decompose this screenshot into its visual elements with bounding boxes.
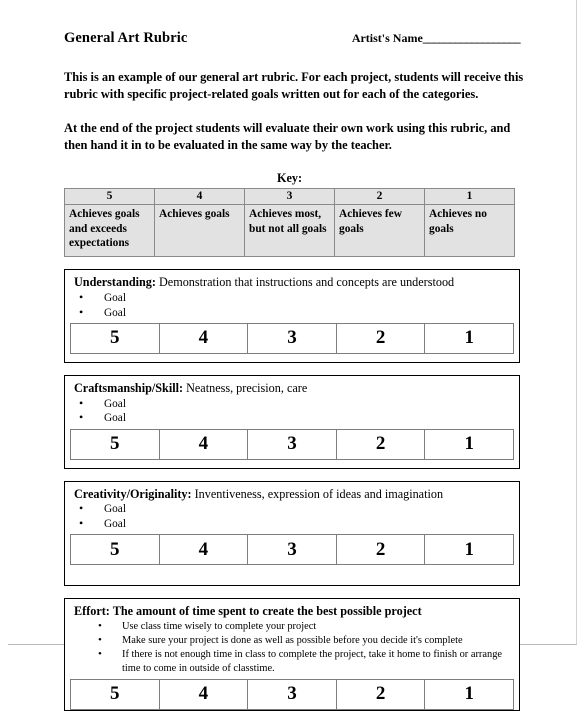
criterion-goal-list-understanding: Goal Goal xyxy=(65,290,519,320)
criterion-title-understanding: Understanding: Demonstration that instru… xyxy=(65,275,519,290)
score-cell-3[interactable]: 3 xyxy=(247,678,337,710)
score-cell-2[interactable]: 2 xyxy=(335,534,426,566)
score-cell-5[interactable]: 5 xyxy=(70,322,160,354)
score-cell-4[interactable]: 4 xyxy=(158,678,249,710)
criterion-section-creativity: Creativity/Originality: Inventiveness, e… xyxy=(64,480,520,587)
key-description-5: Achieves goals and exceeds expectations xyxy=(64,204,155,258)
score-cell-2[interactable]: 2 xyxy=(335,428,426,460)
list-item: Use class time wisely to complete your p… xyxy=(65,619,519,634)
score-cell-5[interactable]: 5 xyxy=(70,428,160,460)
criterion-goal-list-creativity: Goal Goal xyxy=(65,501,519,532)
list-item: Goal xyxy=(65,410,519,426)
score-table-effort: 5 4 3 2 1 xyxy=(70,678,514,710)
criterion-title-creativity: Creativity/Originality: Inventiveness, e… xyxy=(65,487,519,502)
table-row: 5 4 3 2 1 xyxy=(70,322,514,354)
key-description-3: Achieves most, but not all goals xyxy=(244,204,335,258)
score-table-understanding: 5 4 3 2 1 xyxy=(70,322,514,354)
score-cell-5[interactable]: 5 xyxy=(70,534,160,566)
key-description-4: Achieves goals xyxy=(154,204,245,258)
artist-name-label: Artist's Name xyxy=(351,31,423,45)
score-cell-3[interactable]: 3 xyxy=(247,428,337,460)
criterion-name-creativity: Creativity/Originality: xyxy=(74,486,192,501)
criterion-name-understanding: Understanding: xyxy=(74,275,156,290)
criterion-section-craftsmanship: Craftsmanship/Skill: Neatness, precision… xyxy=(64,374,520,469)
list-item: Goal xyxy=(65,516,519,532)
intro-paragraph-1: This is an example of our general art ru… xyxy=(64,70,524,102)
score-cell-4[interactable]: 4 xyxy=(158,428,249,460)
key-label: Key: xyxy=(276,171,303,186)
score-cell-5[interactable]: 5 xyxy=(70,678,160,710)
criterion-goal-list-effort: Use class time wisely to complete your p… xyxy=(65,619,519,676)
artist-name-field: Artist's Name__________________ xyxy=(352,31,524,46)
score-cell-2[interactable]: 2 xyxy=(335,678,426,710)
page-content: General Art Rubric Artist's Name________… xyxy=(64,30,524,711)
key-score-5: 5 xyxy=(64,188,155,206)
score-cell-3[interactable]: 3 xyxy=(247,534,337,566)
score-cell-2[interactable]: 2 xyxy=(335,322,426,354)
criterion-title-craftsmanship: Craftsmanship/Skill: Neatness, precision… xyxy=(65,381,519,396)
criterion-name-effort: Effort: The amount of time spent to crea… xyxy=(74,604,422,619)
score-cell-4[interactable]: 4 xyxy=(158,322,249,354)
key-table: 5 4 3 2 1 Achieves goals and exceeds exp… xyxy=(64,188,515,258)
key-description-2: Achieves few goals xyxy=(334,204,425,258)
score-cell-1[interactable]: 1 xyxy=(424,428,514,460)
artist-name-blank-rule: __________________ xyxy=(422,31,521,45)
criterion-name-craftsmanship: Craftsmanship/Skill: xyxy=(74,380,184,395)
key-score-header-row: 5 4 3 2 1 xyxy=(64,188,515,206)
score-cell-1[interactable]: 1 xyxy=(424,678,514,710)
score-table-creativity: 5 4 3 2 1 xyxy=(70,534,514,566)
key-description-row: Achieves goals and exceeds expectations … xyxy=(64,204,515,258)
criterion-description-understanding: Demonstration that instructions and conc… xyxy=(159,275,455,290)
score-cell-4[interactable]: 4 xyxy=(158,534,249,566)
criterion-description-craftsmanship: Neatness, precision, care xyxy=(186,380,308,395)
score-cell-3[interactable]: 3 xyxy=(247,322,337,354)
list-item: Goal xyxy=(65,501,519,517)
score-cell-1[interactable]: 1 xyxy=(424,322,514,354)
list-item: Goal xyxy=(65,304,519,320)
table-row: 5 4 3 2 1 xyxy=(70,534,514,566)
table-row: 5 4 3 2 1 xyxy=(70,428,514,460)
key-score-4: 4 xyxy=(154,188,245,206)
criterion-section-understanding: Understanding: Demonstration that instru… xyxy=(64,269,520,363)
key-section: Key: 5 4 3 2 1 Achieves goals and exceed… xyxy=(64,171,515,258)
document-page: General Art Rubric Artist's Name________… xyxy=(8,0,577,711)
key-score-3: 3 xyxy=(244,188,335,206)
document-header: General Art Rubric Artist's Name________… xyxy=(64,30,524,47)
criterion-section-effort: Effort: The amount of time spent to crea… xyxy=(64,598,520,711)
key-score-1: 1 xyxy=(424,188,515,206)
page-title: General Art Rubric xyxy=(64,30,188,46)
table-row: 5 4 3 2 1 xyxy=(70,678,514,710)
key-description-1: Achieves no goals xyxy=(424,204,515,258)
criterion-title-effort: Effort: The amount of time spent to crea… xyxy=(65,604,519,619)
criterion-goal-list-craftsmanship: Goal Goal xyxy=(65,396,519,426)
list-item: Goal xyxy=(65,396,519,412)
list-item: Goal xyxy=(65,290,519,306)
intro-paragraph-2: At the end of the project students will … xyxy=(64,121,511,153)
key-score-2: 2 xyxy=(334,188,425,206)
score-table-craftsmanship: 5 4 3 2 1 xyxy=(70,428,514,460)
list-item: Make sure your project is done as well a… xyxy=(65,633,519,648)
criterion-description-creativity: Inventiveness, expression of ideas and i… xyxy=(194,486,444,501)
score-cell-1[interactable]: 1 xyxy=(424,534,514,566)
list-item: If there is not enough time in class to … xyxy=(65,647,519,676)
